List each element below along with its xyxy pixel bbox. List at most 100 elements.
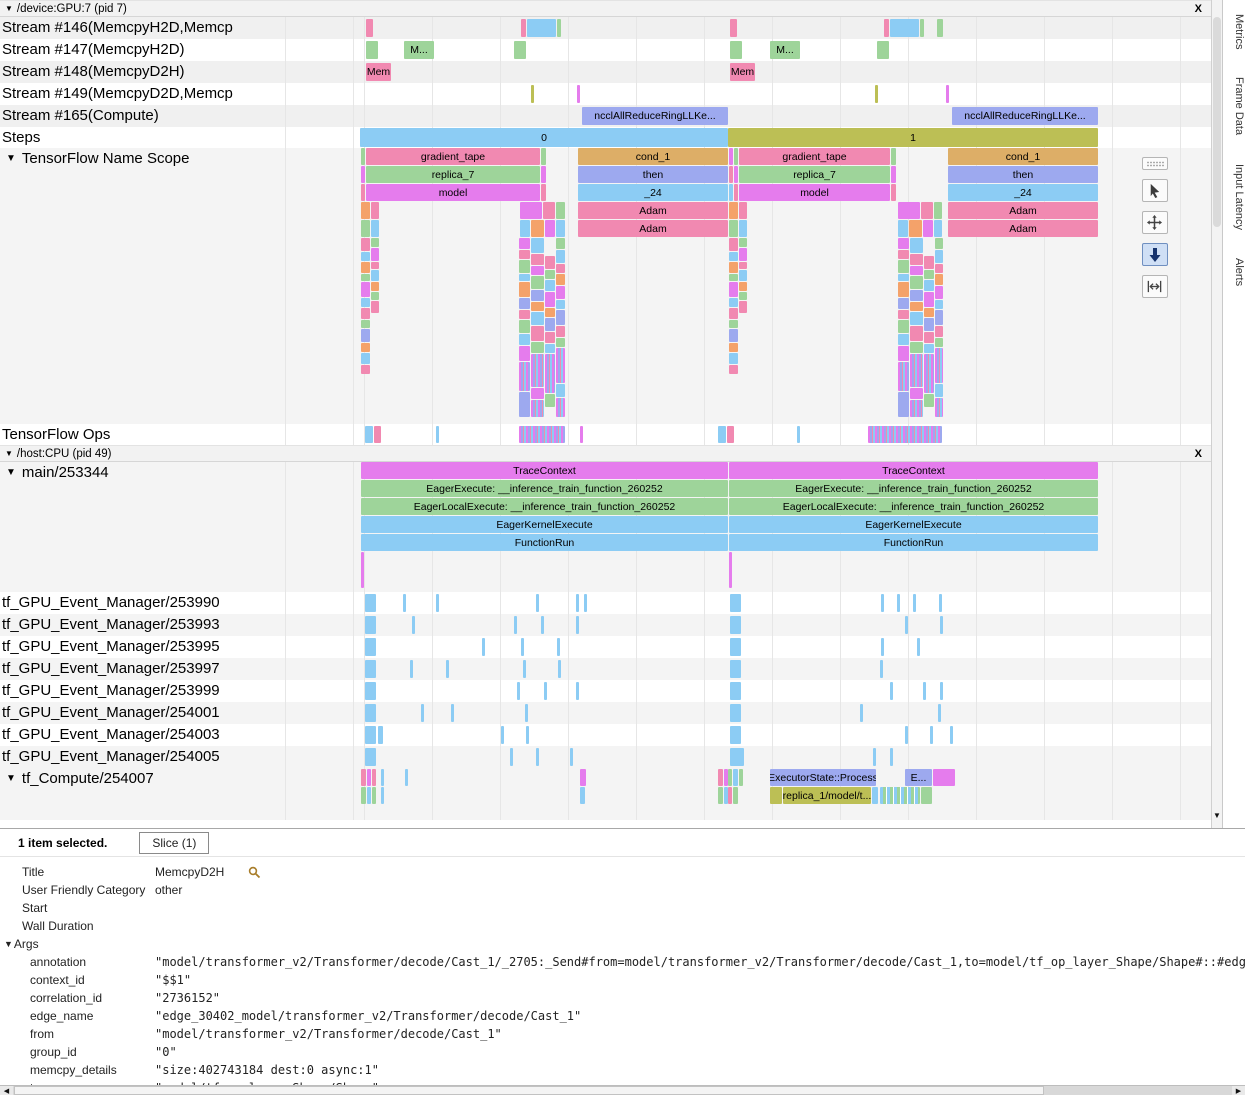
trace-event[interactable] (527, 19, 556, 37)
trace-event[interactable] (531, 254, 544, 265)
trace-event[interactable] (770, 787, 782, 804)
trace-event[interactable] (545, 270, 555, 279)
trace-event[interactable]: model (366, 184, 540, 201)
trace-event[interactable] (905, 616, 908, 634)
trace-event[interactable] (371, 292, 379, 300)
trace-event[interactable] (910, 400, 923, 417)
trace-event[interactable] (557, 19, 561, 37)
trace-event[interactable] (361, 365, 370, 374)
trace-event[interactable] (935, 310, 943, 325)
trace-event[interactable] (531, 326, 544, 341)
trace-event[interactable] (898, 392, 909, 417)
trace-event[interactable] (729, 202, 738, 219)
trace-event[interactable] (935, 250, 943, 263)
trace-event[interactable] (739, 202, 747, 219)
trace-event[interactable] (372, 769, 376, 786)
trace-event[interactable] (576, 616, 579, 634)
timing-tool-button[interactable] (1142, 275, 1168, 298)
trace-event[interactable] (937, 19, 943, 37)
trace-event[interactable] (365, 594, 376, 612)
trace-event[interactable] (920, 19, 924, 37)
trace-event[interactable]: Mem (730, 63, 755, 81)
trace-event[interactable] (545, 332, 555, 343)
trace-event[interactable]: Adam (578, 202, 728, 219)
trace-event[interactable] (367, 769, 371, 786)
trace-event[interactable] (910, 312, 923, 325)
trace-event[interactable] (923, 220, 933, 237)
trace-event[interactable] (935, 286, 943, 299)
trace-event[interactable] (361, 787, 366, 804)
trace-event[interactable] (734, 166, 738, 183)
track-label[interactable]: tf_GPU_Event_Manager/253999 (0, 680, 248, 702)
trace-event[interactable] (361, 252, 370, 261)
trace-event[interactable] (935, 264, 943, 273)
trace-event[interactable] (580, 769, 586, 786)
trace-event[interactable] (718, 426, 726, 443)
track-canvas[interactable]: TraceContextTraceContextEagerExecute: __… (248, 462, 1211, 592)
trace-event[interactable] (557, 638, 560, 656)
trace-event[interactable] (451, 704, 454, 722)
trace-event[interactable] (898, 282, 909, 297)
trace-event[interactable] (729, 262, 738, 273)
track-label[interactable]: ▼main/253344 (0, 462, 248, 592)
trace-event[interactable] (361, 552, 364, 588)
scroll-right-button[interactable]: ▶ (1232, 1086, 1245, 1095)
trace-event[interactable] (519, 274, 530, 281)
close-button[interactable]: X (1195, 447, 1202, 462)
trace-event[interactable] (730, 660, 741, 678)
trace-event[interactable] (520, 202, 542, 219)
trace-event[interactable] (860, 704, 863, 722)
trace-event[interactable] (880, 787, 920, 804)
trace-event[interactable] (898, 346, 909, 361)
trace-event[interactable] (523, 660, 526, 678)
trace-event[interactable] (517, 682, 520, 700)
trace-event[interactable] (730, 638, 741, 656)
trace-event[interactable] (729, 353, 738, 364)
trace-event[interactable] (556, 286, 565, 299)
trace-event[interactable] (519, 260, 530, 273)
trace-event[interactable] (361, 769, 366, 786)
trace-event[interactable] (924, 344, 934, 353)
track-canvas[interactable]: ExecutorState::ProcessE...replica_1/mode… (248, 768, 1211, 820)
trace-event[interactable] (930, 726, 933, 744)
trace-event[interactable] (730, 616, 741, 634)
trace-event[interactable] (875, 85, 878, 103)
trace-event[interactable] (921, 202, 933, 219)
trace-event[interactable] (924, 292, 934, 307)
trace-event[interactable] (940, 682, 943, 700)
trace-event[interactable] (371, 238, 379, 247)
trace-event[interactable] (935, 300, 943, 309)
trace-event[interactable] (482, 638, 485, 656)
trace-event[interactable]: EagerExecute: __inference_train_function… (361, 480, 728, 497)
trace-event[interactable] (739, 282, 747, 291)
zoom-vertical-tool-button[interactable] (1142, 243, 1168, 266)
trace-event[interactable] (510, 748, 513, 766)
trace-event[interactable] (910, 354, 923, 387)
trace-event[interactable] (729, 184, 733, 201)
trace-event[interactable] (923, 682, 926, 700)
trace-event[interactable] (405, 769, 408, 786)
trace-event[interactable] (881, 638, 884, 656)
trace-event[interactable] (545, 256, 555, 269)
trace-event[interactable] (372, 787, 376, 804)
trace-event[interactable] (730, 726, 741, 744)
trace-event[interactable]: EagerKernelExecute (361, 516, 728, 533)
trace-event[interactable] (514, 41, 526, 59)
trace-event[interactable] (913, 594, 916, 612)
trace-event[interactable] (365, 682, 376, 700)
trace-event[interactable] (531, 354, 544, 387)
trace-event[interactable] (365, 616, 376, 634)
trace-event[interactable] (910, 342, 923, 353)
trace-event[interactable] (365, 748, 376, 766)
trace-event[interactable] (545, 394, 555, 407)
trace-event[interactable] (361, 220, 370, 237)
trace-event[interactable] (526, 726, 529, 744)
trace-event[interactable] (924, 308, 934, 317)
trace-event[interactable] (531, 388, 544, 399)
trace-event[interactable] (556, 326, 565, 337)
trace-event[interactable] (556, 220, 565, 237)
track-canvas[interactable] (248, 680, 1211, 702)
trace-event[interactable] (531, 312, 544, 325)
trace-event[interactable] (729, 166, 733, 183)
trace-event[interactable] (730, 682, 741, 700)
